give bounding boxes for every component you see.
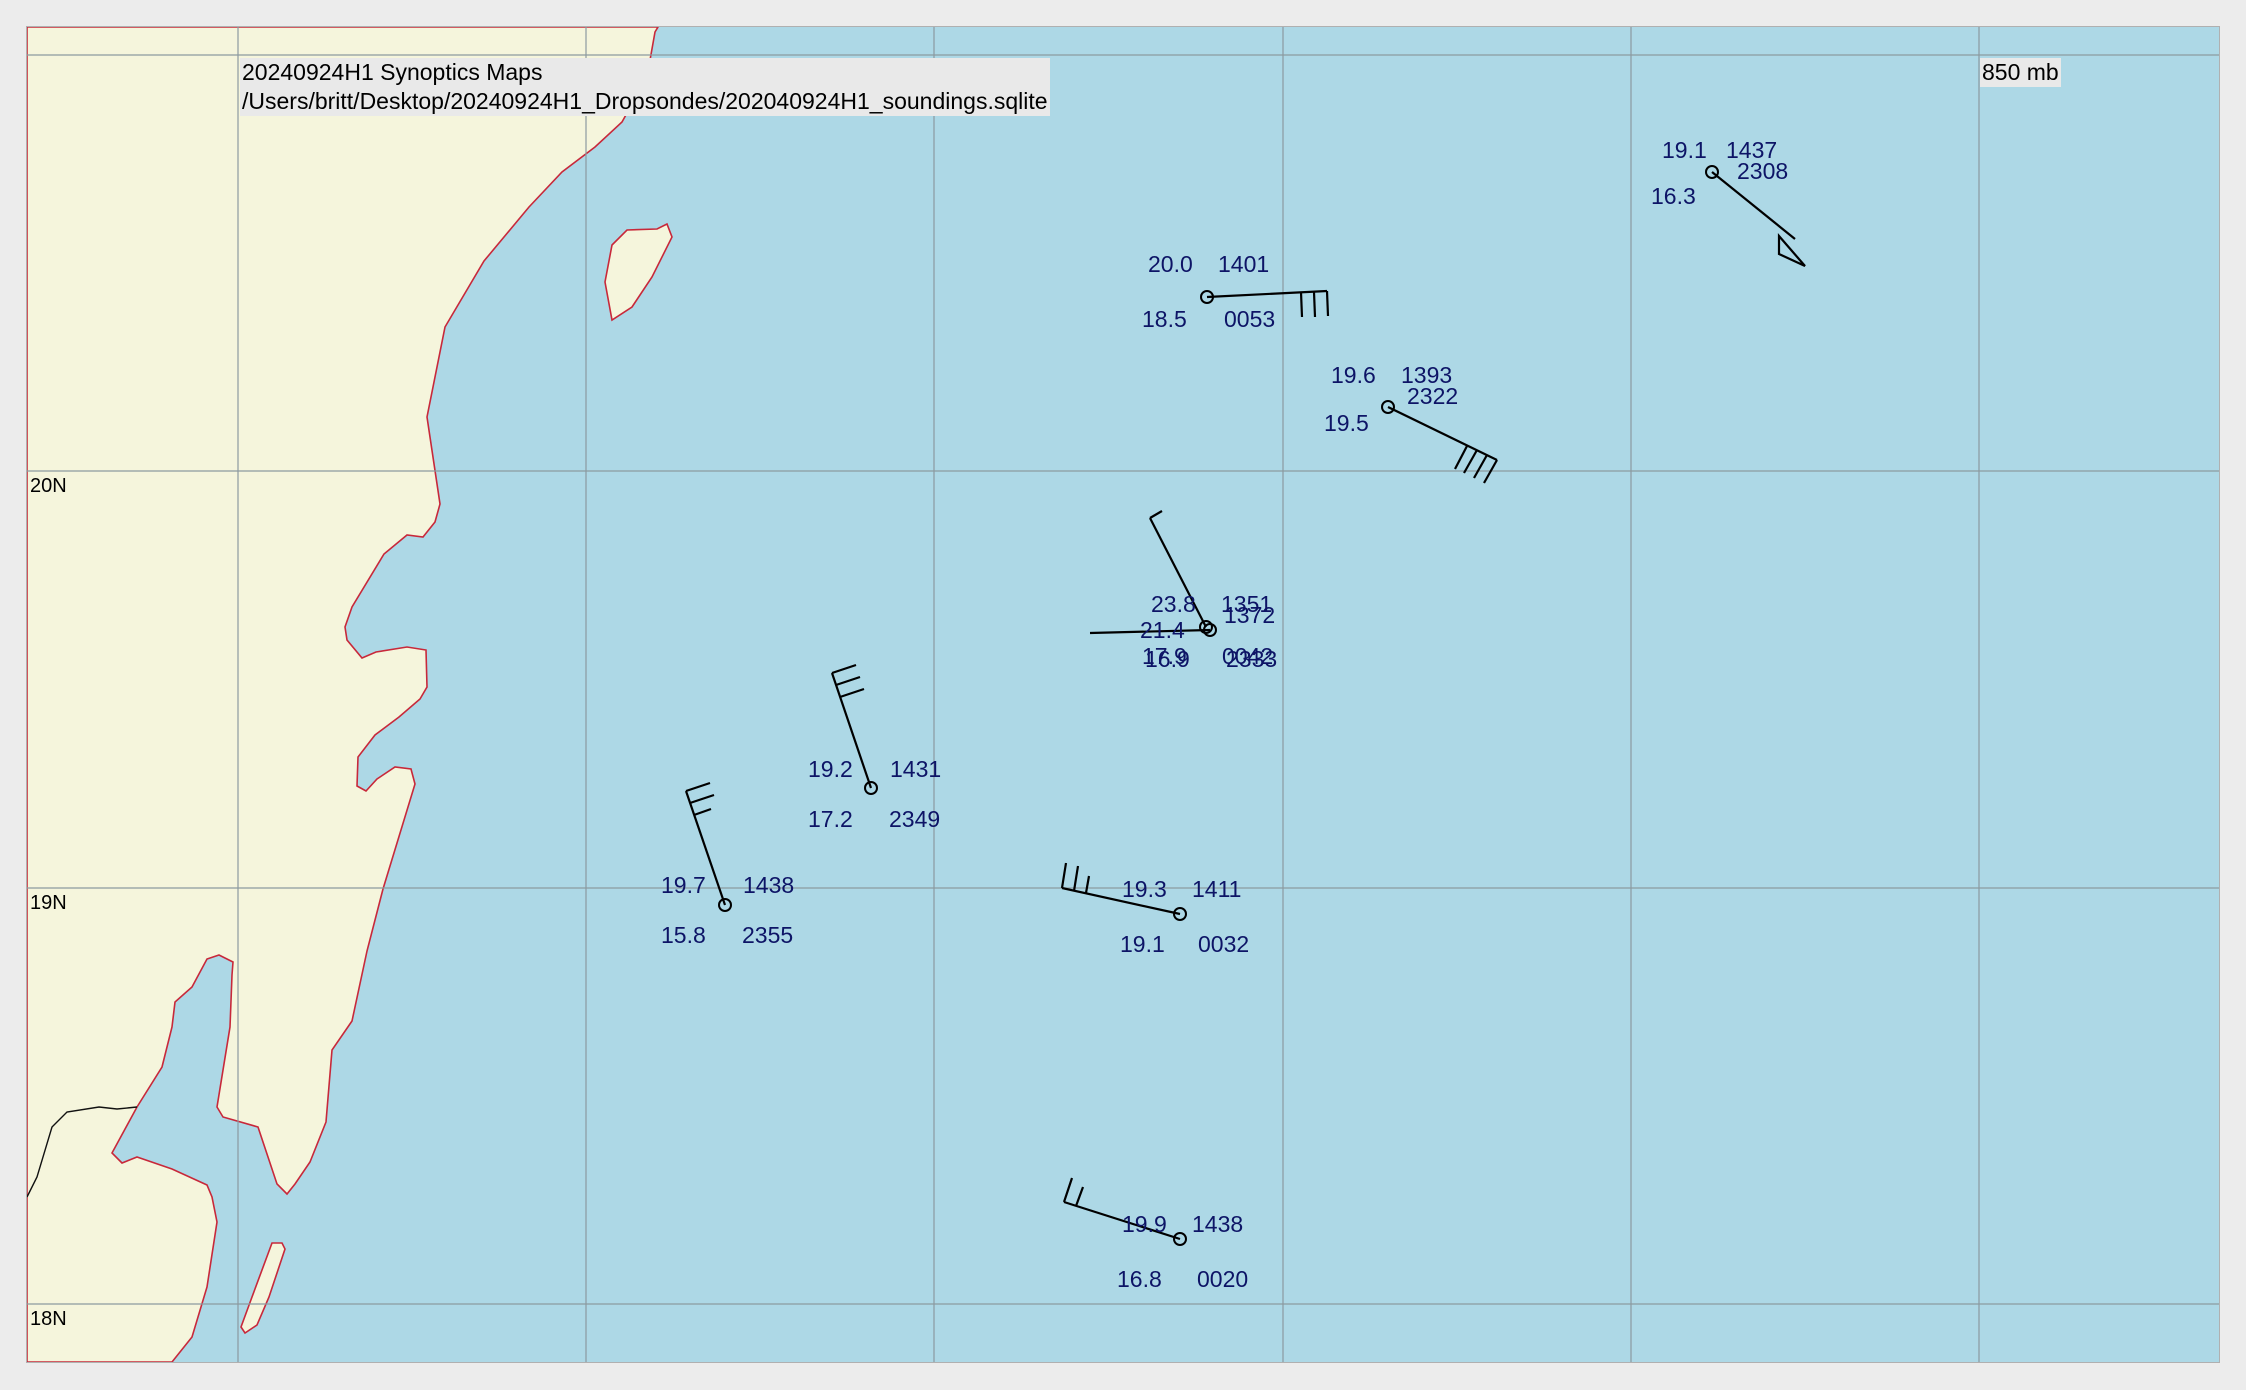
pressure-level-label: 850 mb	[1980, 58, 2061, 87]
station-dewpoint: 16.8	[1117, 1266, 1162, 1292]
station-temp: 19.2	[808, 756, 853, 782]
station-time: 0053	[1224, 306, 1275, 332]
station-temp: 20.0	[1148, 251, 1193, 277]
station-height: 1372	[1224, 602, 1275, 628]
station-time: 2333	[1226, 646, 1277, 672]
station-dewpoint: 19.5	[1324, 410, 1369, 436]
station-height: 1438	[743, 872, 794, 898]
station-temp: 23.8	[1151, 591, 1196, 617]
taiwan-like-island	[604, 222, 673, 322]
station-time: 2322	[1407, 383, 1458, 409]
map-canvas: 20N 19N 18N 19.1 1437 2308 16.3 20.0 140…	[27, 27, 2219, 1362]
station-time: 2355	[742, 922, 793, 948]
station-dewpoint: 16.9	[1145, 646, 1190, 672]
lat-label-19n: 19N	[30, 892, 67, 914]
station-temp: 21.4	[1140, 617, 1185, 643]
mainland-landmass	[27, 27, 659, 1362]
station-temp: 19.3	[1122, 876, 1167, 902]
station-height: 1401	[1218, 251, 1269, 277]
lat-label-18n: 18N	[30, 1308, 67, 1330]
southern-island	[240, 1242, 286, 1335]
station-temp: 19.6	[1331, 362, 1376, 388]
station-dewpoint: 19.1	[1120, 931, 1165, 957]
station-height: 1438	[1192, 1211, 1243, 1237]
station-2: 19.6 1393 2322 19.5	[1324, 362, 1458, 436]
station-dewpoint: 17.2	[808, 806, 853, 832]
station-temp: 19.7	[661, 872, 706, 898]
synoptic-map[interactable]: 20N 19N 18N 19.1 1437 2308 16.3 20.0 140…	[26, 26, 2220, 1363]
station-time: 0032	[1198, 931, 1249, 957]
map-title: 20240924H1 Synoptics Maps	[242, 59, 543, 85]
station-8: 19.9 1438 16.8 0020	[1117, 1211, 1248, 1292]
station-temp: 19.9	[1122, 1211, 1167, 1237]
station-0: 19.1 1437 2308 16.3	[1651, 137, 1788, 209]
station-height: 1431	[890, 756, 941, 782]
station-dewpoint: 15.8	[661, 922, 706, 948]
station-dewpoint: 16.3	[1651, 183, 1696, 209]
station-time: 2308	[1737, 158, 1788, 184]
map-title-box: 20240924H1 Synoptics Maps /Users/britt/D…	[240, 58, 1050, 116]
station-dewpoint: 18.5	[1142, 306, 1187, 332]
station-temp: 19.1	[1662, 137, 1707, 163]
lat-label-20n: 20N	[30, 475, 67, 497]
station-time: 0020	[1197, 1266, 1248, 1292]
source-file-path: /Users/britt/Desktop/20240924H1_Dropsond…	[242, 88, 1048, 114]
station-time: 2349	[889, 806, 940, 832]
station-height: 1411	[1192, 876, 1241, 902]
